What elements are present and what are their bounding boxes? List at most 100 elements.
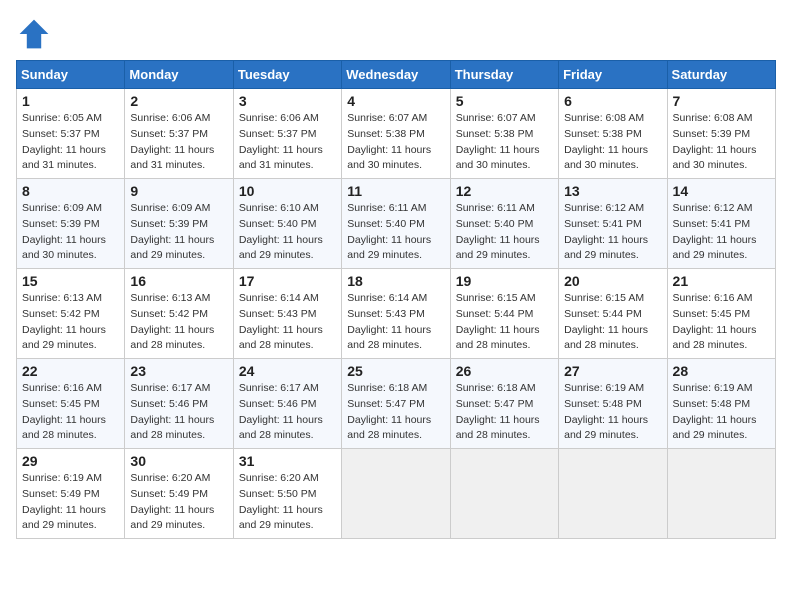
calendar-cell: [450, 449, 558, 539]
logo: [16, 16, 56, 52]
day-number: 12: [456, 183, 553, 199]
day-sunrise: Sunrise: 6:14 AM: [239, 292, 319, 304]
day-sunset: Sunset: 5:37 PM: [130, 128, 208, 140]
calendar-cell: 29 Sunrise: 6:19 AM Sunset: 5:49 PM Dayl…: [17, 449, 125, 539]
day-number: 29: [22, 453, 119, 469]
day-daylight: Daylight: 11 hours and 30 minutes.: [673, 144, 757, 172]
day-daylight: Daylight: 11 hours and 29 minutes.: [673, 414, 757, 442]
day-sunrise: Sunrise: 6:20 AM: [130, 472, 210, 484]
day-number: 22: [22, 363, 119, 379]
day-sunset: Sunset: 5:47 PM: [347, 398, 425, 410]
day-sunset: Sunset: 5:50 PM: [239, 488, 317, 500]
day-sunset: Sunset: 5:40 PM: [239, 218, 317, 230]
calendar-cell: 6 Sunrise: 6:08 AM Sunset: 5:38 PM Dayli…: [559, 89, 667, 179]
day-sunrise: Sunrise: 6:12 AM: [673, 202, 753, 214]
day-daylight: Daylight: 11 hours and 30 minutes.: [564, 144, 648, 172]
day-sunrise: Sunrise: 6:05 AM: [22, 112, 102, 124]
calendar-cell: 25 Sunrise: 6:18 AM Sunset: 5:47 PM Dayl…: [342, 359, 450, 449]
calendar-cell: 18 Sunrise: 6:14 AM Sunset: 5:43 PM Dayl…: [342, 269, 450, 359]
day-sunrise: Sunrise: 6:19 AM: [673, 382, 753, 394]
day-number: 14: [673, 183, 770, 199]
day-sunset: Sunset: 5:41 PM: [564, 218, 642, 230]
day-daylight: Daylight: 11 hours and 29 minutes.: [673, 234, 757, 262]
day-number: 11: [347, 183, 444, 199]
day-sunrise: Sunrise: 6:17 AM: [239, 382, 319, 394]
calendar-cell: 24 Sunrise: 6:17 AM Sunset: 5:46 PM Dayl…: [233, 359, 341, 449]
day-number: 21: [673, 273, 770, 289]
calendar-cell: 21 Sunrise: 6:16 AM Sunset: 5:45 PM Dayl…: [667, 269, 775, 359]
day-sunset: Sunset: 5:49 PM: [130, 488, 208, 500]
day-number: 9: [130, 183, 227, 199]
day-daylight: Daylight: 11 hours and 30 minutes.: [22, 234, 106, 262]
calendar-cell: 17 Sunrise: 6:14 AM Sunset: 5:43 PM Dayl…: [233, 269, 341, 359]
day-daylight: Daylight: 11 hours and 30 minutes.: [456, 144, 540, 172]
day-number: 13: [564, 183, 661, 199]
calendar-cell: 10 Sunrise: 6:10 AM Sunset: 5:40 PM Dayl…: [233, 179, 341, 269]
day-daylight: Daylight: 11 hours and 28 minutes.: [673, 324, 757, 352]
day-sunset: Sunset: 5:45 PM: [22, 398, 100, 410]
day-sunrise: Sunrise: 6:12 AM: [564, 202, 644, 214]
day-number: 19: [456, 273, 553, 289]
calendar-cell: 16 Sunrise: 6:13 AM Sunset: 5:42 PM Dayl…: [125, 269, 233, 359]
day-daylight: Daylight: 11 hours and 28 minutes.: [347, 324, 431, 352]
day-sunrise: Sunrise: 6:07 AM: [347, 112, 427, 124]
calendar-cell: 26 Sunrise: 6:18 AM Sunset: 5:47 PM Dayl…: [450, 359, 558, 449]
calendar-cell: [559, 449, 667, 539]
day-daylight: Daylight: 11 hours and 28 minutes.: [239, 414, 323, 442]
calendar-cell: 5 Sunrise: 6:07 AM Sunset: 5:38 PM Dayli…: [450, 89, 558, 179]
day-number: 17: [239, 273, 336, 289]
day-sunrise: Sunrise: 6:19 AM: [564, 382, 644, 394]
day-sunrise: Sunrise: 6:15 AM: [456, 292, 536, 304]
calendar-cell: 22 Sunrise: 6:16 AM Sunset: 5:45 PM Dayl…: [17, 359, 125, 449]
day-sunset: Sunset: 5:46 PM: [239, 398, 317, 410]
day-sunset: Sunset: 5:44 PM: [564, 308, 642, 320]
day-sunrise: Sunrise: 6:17 AM: [130, 382, 210, 394]
day-sunset: Sunset: 5:48 PM: [673, 398, 751, 410]
day-sunrise: Sunrise: 6:19 AM: [22, 472, 102, 484]
day-sunrise: Sunrise: 6:18 AM: [347, 382, 427, 394]
day-number: 5: [456, 93, 553, 109]
day-sunrise: Sunrise: 6:10 AM: [239, 202, 319, 214]
day-daylight: Daylight: 11 hours and 31 minutes.: [239, 144, 323, 172]
day-number: 10: [239, 183, 336, 199]
day-sunset: Sunset: 5:41 PM: [673, 218, 751, 230]
calendar-cell: 20 Sunrise: 6:15 AM Sunset: 5:44 PM Dayl…: [559, 269, 667, 359]
day-sunset: Sunset: 5:45 PM: [673, 308, 751, 320]
calendar-cell: [342, 449, 450, 539]
day-sunrise: Sunrise: 6:16 AM: [22, 382, 102, 394]
weekday-header-thursday: Thursday: [450, 61, 558, 89]
weekday-header-friday: Friday: [559, 61, 667, 89]
day-sunset: Sunset: 5:42 PM: [130, 308, 208, 320]
day-number: 20: [564, 273, 661, 289]
day-sunrise: Sunrise: 6:16 AM: [673, 292, 753, 304]
day-number: 26: [456, 363, 553, 379]
day-sunset: Sunset: 5:42 PM: [22, 308, 100, 320]
day-sunrise: Sunrise: 6:08 AM: [564, 112, 644, 124]
day-number: 8: [22, 183, 119, 199]
day-number: 2: [130, 93, 227, 109]
day-sunrise: Sunrise: 6:07 AM: [456, 112, 536, 124]
day-sunset: Sunset: 5:40 PM: [456, 218, 534, 230]
weekday-header-saturday: Saturday: [667, 61, 775, 89]
day-sunset: Sunset: 5:37 PM: [22, 128, 100, 140]
day-sunset: Sunset: 5:38 PM: [456, 128, 534, 140]
day-daylight: Daylight: 11 hours and 28 minutes.: [347, 414, 431, 442]
day-sunset: Sunset: 5:49 PM: [22, 488, 100, 500]
calendar-cell: 14 Sunrise: 6:12 AM Sunset: 5:41 PM Dayl…: [667, 179, 775, 269]
day-number: 18: [347, 273, 444, 289]
weekday-header-tuesday: Tuesday: [233, 61, 341, 89]
day-number: 16: [130, 273, 227, 289]
day-number: 1: [22, 93, 119, 109]
logo-icon: [16, 16, 52, 52]
calendar-week-row: 29 Sunrise: 6:19 AM Sunset: 5:49 PM Dayl…: [17, 449, 776, 539]
day-daylight: Daylight: 11 hours and 29 minutes.: [22, 504, 106, 532]
day-sunrise: Sunrise: 6:13 AM: [22, 292, 102, 304]
day-sunrise: Sunrise: 6:15 AM: [564, 292, 644, 304]
day-sunrise: Sunrise: 6:09 AM: [130, 202, 210, 214]
day-sunrise: Sunrise: 6:09 AM: [22, 202, 102, 214]
day-sunrise: Sunrise: 6:14 AM: [347, 292, 427, 304]
calendar-cell: 3 Sunrise: 6:06 AM Sunset: 5:37 PM Dayli…: [233, 89, 341, 179]
day-number: 3: [239, 93, 336, 109]
day-sunrise: Sunrise: 6:11 AM: [456, 202, 535, 214]
day-sunset: Sunset: 5:37 PM: [239, 128, 317, 140]
